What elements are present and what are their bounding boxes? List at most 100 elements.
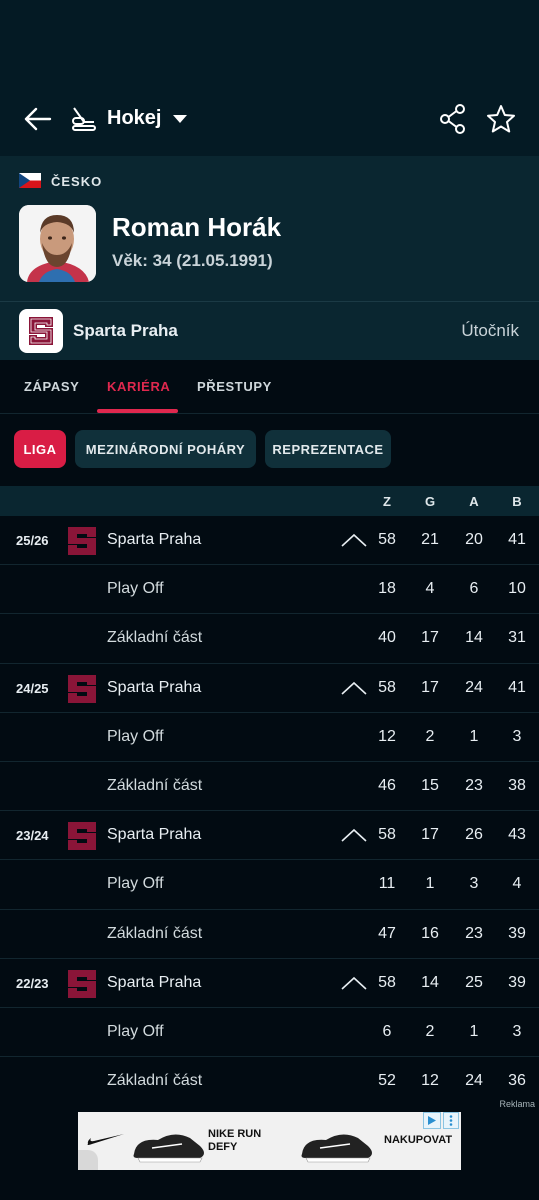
- season-team: Sparta Praha: [107, 973, 202, 991]
- back-arrow-icon[interactable]: [22, 104, 54, 134]
- nike-swoosh-icon: [87, 1134, 124, 1145]
- player-age: Věk: 34 (21.05.1991): [112, 251, 273, 270]
- sparta-logo-icon: [68, 822, 96, 851]
- stat-b: 31: [508, 629, 526, 647]
- country-label: ČESKO: [51, 174, 103, 189]
- breakdown-label: Play Off: [107, 727, 164, 745]
- col-header-g: G: [424, 494, 436, 509]
- czech-flag-icon: [19, 173, 41, 188]
- stat-a: 26: [465, 826, 483, 844]
- stat-g: 2: [425, 727, 435, 745]
- season-row[interactable]: 24/25 Sparta Praha 58 17 24 41: [0, 663, 539, 713]
- stat-a: 14: [465, 629, 483, 647]
- team-name[interactable]: Sparta Praha: [73, 321, 178, 341]
- sport-title[interactable]: Hokej: [107, 107, 161, 130]
- chevron-up-icon[interactable]: [340, 533, 368, 547]
- breakdown-row: Play Off 6 2 1 3: [0, 1007, 539, 1058]
- stat-g: 1: [425, 875, 435, 893]
- adchoices-icon[interactable]: [423, 1112, 441, 1129]
- stat-a: 1: [469, 1022, 479, 1040]
- season-team: Sparta Praha: [107, 678, 202, 696]
- player-header: ČESKO Roman Horák Věk: 34 (21.05.1991): [0, 156, 539, 301]
- top-app-bar: Hokej: [0, 0, 539, 156]
- more-options-icon[interactable]: [443, 1112, 459, 1129]
- stat-b: 3: [512, 727, 522, 745]
- chip-mezinarodni-pohary[interactable]: MEZINÁRODNÍ POHÁRY: [75, 430, 256, 468]
- stat-g: 14: [421, 973, 439, 991]
- col-header-z: Z: [383, 494, 391, 509]
- player-team-row[interactable]: Sparta Praha Útočník: [0, 301, 539, 360]
- ad-label: Reklama: [499, 1099, 535, 1109]
- breakdown-row: Základní část 47 16 23 39: [0, 909, 539, 959]
- hockey-stick-icon[interactable]: [70, 104, 98, 134]
- breakdown-label: Play Off: [107, 1022, 164, 1040]
- stat-g: 17: [421, 678, 439, 696]
- stat-a: 23: [465, 776, 483, 794]
- caret-down-icon[interactable]: [172, 113, 188, 125]
- stat-z: 58: [378, 973, 396, 991]
- tab-prestupy[interactable]: PŘESTUPY: [197, 379, 272, 394]
- breakdown-row: Základní část 46 15 23 38: [0, 761, 539, 812]
- stat-g: 12: [421, 1072, 439, 1090]
- sparta-logo-icon: [68, 527, 96, 555]
- chevron-up-icon[interactable]: [340, 976, 368, 990]
- stat-z: 12: [378, 727, 396, 745]
- stat-b: 36: [508, 1072, 526, 1090]
- active-tab-indicator: [97, 409, 178, 413]
- table-header: Z G A B: [0, 486, 539, 516]
- col-header-a: A: [469, 494, 479, 509]
- team-logo: [19, 309, 63, 353]
- stat-b: 3: [512, 1022, 522, 1040]
- breakdown-label: Základní část: [107, 776, 203, 794]
- sparta-logo-icon: [68, 674, 96, 703]
- stat-z: 58: [378, 826, 396, 844]
- stat-a: 23: [465, 924, 483, 942]
- stat-b: 41: [508, 531, 526, 548]
- season-row[interactable]: 22/23 Sparta Praha 58 14 25 39: [0, 958, 539, 1008]
- chevron-up-icon[interactable]: [340, 828, 368, 842]
- tab-zapasy[interactable]: ZÁPASY: [24, 379, 79, 394]
- star-icon[interactable]: [485, 103, 517, 135]
- ad-cta[interactable]: NAKUPOVAT: [384, 1134, 452, 1146]
- ad-banner[interactable]: NIKE RUN DEFY NAKUPOVAT: [78, 1112, 461, 1170]
- stat-g: 16: [421, 924, 439, 942]
- stat-g: 17: [421, 826, 439, 844]
- ad-title: NIKE RUN DEFY: [208, 1128, 262, 1153]
- tab-kariera[interactable]: KARIÉRA: [107, 379, 170, 394]
- chip-reprezentace[interactable]: REPREZENTACE: [265, 430, 391, 468]
- player-name: Roman Horák: [112, 212, 282, 242]
- player-avatar-icon: [19, 205, 96, 282]
- col-header-b: B: [512, 494, 522, 509]
- season-label: 24/25: [16, 680, 49, 696]
- season-label: 23/24: [16, 828, 49, 844]
- sparta-logo-icon: [29, 317, 53, 345]
- stat-z: 58: [378, 531, 396, 548]
- breakdown-row: Základní část 52 12 24 36: [0, 1057, 539, 1107]
- breakdown-row: Play Off 12 2 1 3: [0, 712, 539, 762]
- ad-corner-badge: [78, 1150, 98, 1170]
- filter-chips: LIGA MEZINÁRODNÍ POHÁRY REPREZENTACE: [0, 414, 539, 486]
- stat-z: 6: [382, 1022, 392, 1040]
- player-photo: [19, 205, 96, 282]
- breakdown-label: Základní část: [107, 629, 203, 647]
- stat-g: 2: [425, 1022, 435, 1040]
- stat-b: 38: [508, 776, 526, 794]
- stat-g: 21: [421, 531, 439, 548]
- season-row[interactable]: 25/26 Sparta Praha 58 21 20 41: [0, 516, 539, 566]
- stat-b: 43: [508, 826, 526, 844]
- stat-z: 52: [378, 1072, 396, 1090]
- chevron-up-icon[interactable]: [340, 681, 368, 695]
- breakdown-row: Základní část 40 17 14 31: [0, 614, 539, 664]
- season-row[interactable]: 23/24 Sparta Praha 58 17 26 43: [0, 811, 539, 861]
- stat-a: 1: [469, 727, 479, 745]
- stat-z: 40: [378, 629, 396, 647]
- chip-liga[interactable]: LIGA: [14, 430, 66, 468]
- breakdown-label: Play Off: [107, 580, 164, 598]
- stat-b: 39: [508, 973, 526, 991]
- season-label: 22/23: [16, 975, 49, 991]
- stat-b: 39: [508, 924, 526, 942]
- breakdown-label: Základní část: [107, 1072, 203, 1090]
- breakdown-label: Základní část: [107, 924, 203, 942]
- share-icon[interactable]: [438, 103, 468, 135]
- breakdown-row: Play Off 11 1 3 4: [0, 860, 539, 910]
